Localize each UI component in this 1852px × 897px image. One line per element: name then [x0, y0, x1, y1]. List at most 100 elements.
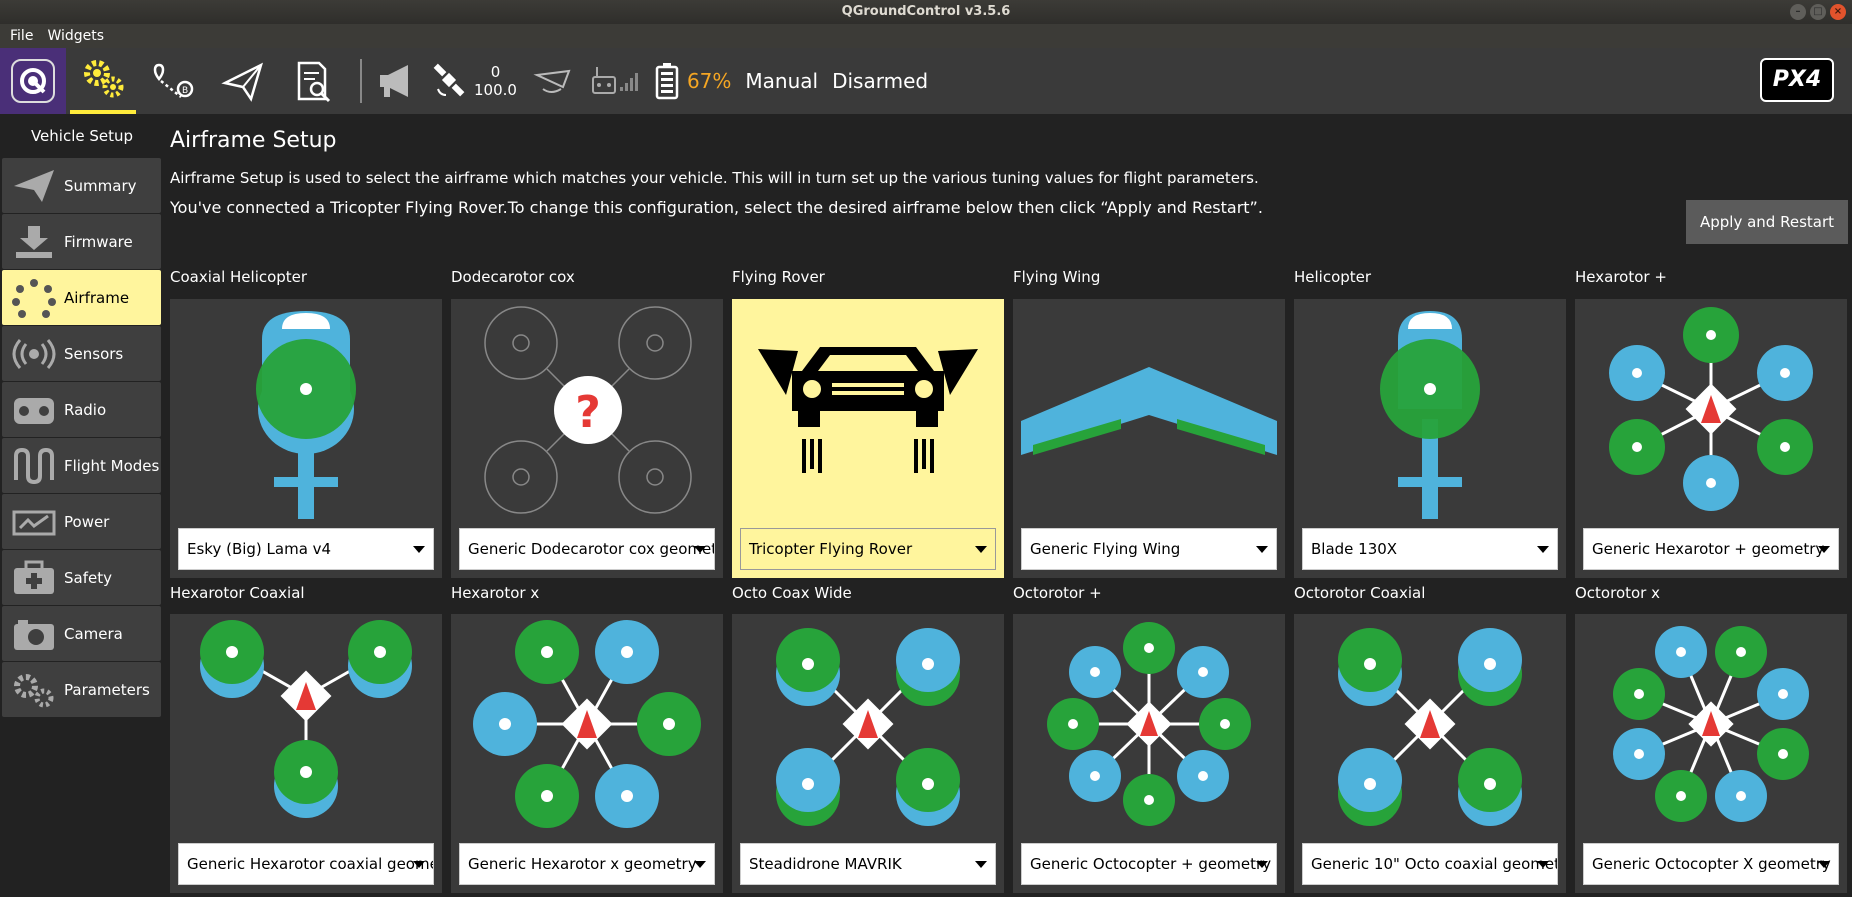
airframe-select-value: Generic Octocopter X geometry	[1592, 855, 1831, 873]
paper-plane-icon	[221, 62, 264, 102]
maximize-icon[interactable]: □	[1810, 4, 1826, 20]
vehicle-setup-sidebar: Vehicle Setup Summary Firmware Airframe …	[0, 114, 164, 897]
main-toolbar: B 0 100.0 67% Manual Disarmed PX4	[0, 48, 1852, 114]
rc-transmitter-icon	[591, 67, 616, 94]
airframe-select[interactable]: Generic Octocopter X geometry	[1583, 843, 1839, 885]
sidebar-item-label: Airframe	[64, 288, 130, 307]
airframe-setup-panel: Airframe Setup Airframe Setup is used to…	[164, 114, 1852, 897]
octo-coax-wide-image	[776, 628, 960, 826]
airframe-select[interactable]: Tricopter Flying Rover	[740, 528, 996, 570]
battery-icon	[655, 63, 679, 100]
airframe-select[interactable]: Generic Flying Wing	[1021, 528, 1277, 570]
telemetry-indicator[interactable]	[533, 63, 573, 99]
sidebar-item-flight-modes[interactable]: Flight Modes	[2, 438, 161, 493]
airframe-card-dodecarotor-cox[interactable]: ? Generic Dodecarotor cox geometry	[451, 299, 723, 578]
fly-view-button[interactable]	[210, 48, 276, 114]
arm-state-indicator[interactable]: Disarmed	[832, 69, 928, 93]
sensors-icon	[8, 334, 60, 374]
airframe-select[interactable]: Esky (Big) Lama v4	[178, 528, 434, 570]
chevron-down-icon	[694, 546, 706, 553]
airframe-select-value: Tricopter Flying Rover	[749, 540, 913, 558]
menubar: File Widgets	[0, 24, 1852, 48]
sidebar-item-sensors[interactable]: Sensors	[2, 326, 161, 381]
airframe-card-octorotor-plus[interactable]: Generic Octocopter + geometry	[1013, 614, 1285, 893]
airframe-card-flying-rover[interactable]: Tricopter Flying Rover	[732, 299, 1004, 578]
airframe-select[interactable]: Steadidrone MAVRIK	[740, 843, 996, 885]
qgc-logo-button[interactable]	[0, 48, 66, 114]
minimize-icon[interactable]: –	[1790, 4, 1806, 20]
sidebar-item-parameters[interactable]: Parameters	[2, 662, 161, 717]
sidebar-item-label: Flight Modes	[64, 456, 160, 475]
sidebar-item-airframe[interactable]: Airframe	[2, 270, 161, 325]
airframe-card-hexarotor-x[interactable]: Generic Hexarotor x geometry	[451, 614, 723, 893]
plan-view-button[interactable]: B	[140, 48, 206, 114]
airframe-card-hexarotor-coaxial[interactable]: Generic Hexarotor coaxial geometry	[170, 614, 442, 893]
sidebar-item-camera[interactable]: Camera	[2, 606, 161, 661]
sidebar-item-label: Parameters	[64, 680, 150, 699]
menu-file[interactable]: File	[10, 28, 33, 44]
hexarotor-coaxial-image	[200, 620, 412, 818]
airframe-card-coaxial-helicopter[interactable]: Esky (Big) Lama v4	[170, 299, 442, 578]
airframe-select[interactable]: Generic 10" Octo coaxial geometry	[1302, 843, 1558, 885]
octorotor-coaxial-image	[1338, 628, 1522, 826]
chevron-down-icon	[975, 546, 987, 553]
paper-plane-icon	[8, 166, 60, 206]
airframe-group-label: Hexarotor x	[451, 584, 540, 602]
sidebar-item-summary[interactable]: Summary	[2, 158, 161, 213]
airframe-select[interactable]: Generic Hexarotor x geometry	[459, 843, 715, 885]
airframe-group-label: Coaxial Helicopter	[170, 268, 308, 286]
vehicle-setup-button[interactable]	[70, 48, 136, 114]
chevron-down-icon	[1818, 861, 1830, 868]
gps-indicator[interactable]: 0 100.0	[432, 63, 517, 99]
airframe-card-octo-coax-wide[interactable]: Steadidrone MAVRIK	[732, 614, 1004, 893]
px4-brand-logo: PX4	[1760, 58, 1834, 102]
airframe-select[interactable]: Generic Hexarotor coaxial geometry	[178, 843, 434, 885]
battery-percent: 67%	[686, 69, 732, 93]
apply-and-restart-button[interactable]: Apply and Restart	[1686, 200, 1848, 244]
menu-widgets[interactable]: Widgets	[47, 28, 104, 44]
sidebar-item-radio[interactable]: Radio	[2, 382, 161, 437]
airframe-card-flying-wing[interactable]: Generic Flying Wing	[1013, 299, 1285, 578]
power-icon	[8, 502, 60, 542]
airframe-group-label: Dodecarotor cox	[451, 268, 575, 286]
safety-icon	[8, 558, 60, 598]
camera-icon	[8, 614, 60, 654]
rc-rssi-indicator[interactable]	[589, 63, 639, 99]
sidebar-item-safety[interactable]: Safety	[2, 550, 161, 605]
airframe-select[interactable]: Generic Octocopter + geometry	[1021, 843, 1277, 885]
chevron-down-icon	[1818, 546, 1830, 553]
chevron-down-icon	[1537, 546, 1549, 553]
sidebar-item-power[interactable]: Power	[2, 494, 161, 549]
airframe-select-value: Generic Hexarotor x geometry	[468, 855, 697, 873]
messages-indicator[interactable]	[376, 63, 416, 99]
airframe-select-value: Steadidrone MAVRIK	[749, 855, 902, 873]
chevron-down-icon	[1256, 861, 1268, 868]
flight-mode-selector[interactable]: Manual	[745, 69, 818, 93]
telemetry-icon	[533, 69, 571, 93]
battery-indicator[interactable]: 67%	[655, 62, 731, 100]
gps-hdop: 100.0	[474, 81, 517, 99]
airframe-select[interactable]: Blade 130X	[1302, 528, 1558, 570]
chevron-down-icon	[413, 861, 425, 868]
airframe-select[interactable]: Generic Hexarotor + geometry	[1583, 528, 1839, 570]
svg-text:?: ?	[575, 387, 601, 438]
airframe-select[interactable]: Generic Dodecarotor cox geometry	[459, 528, 715, 570]
sidebar-item-label: Power	[64, 512, 110, 531]
airframe-card-octorotor-x[interactable]: Generic Octocopter X geometry	[1575, 614, 1847, 893]
airframe-card-helicopter[interactable]: Blade 130X	[1294, 299, 1566, 578]
flying-rover-image	[758, 347, 978, 473]
page-title: Airframe Setup	[170, 128, 337, 153]
sidebar-item-label: Firmware	[64, 232, 133, 251]
airframe-card-octorotor-coaxial[interactable]: Generic 10" Octo coaxial geometry	[1294, 614, 1566, 893]
airframe-select-value: Generic Hexarotor + geometry	[1592, 540, 1825, 558]
close-icon[interactable]: ×	[1830, 4, 1846, 20]
airframe-select-value: Generic 10" Octo coaxial geometry	[1311, 855, 1558, 873]
window-titlebar: QGroundControl v3.5.6 – □ ×	[0, 0, 1852, 24]
sidebar-item-firmware[interactable]: Firmware	[2, 214, 161, 269]
airframe-group-label: Octorotor +	[1013, 584, 1102, 602]
coaxial-helicopter-image	[256, 311, 356, 519]
download-icon	[8, 222, 60, 262]
analyze-button[interactable]	[280, 48, 346, 114]
sidebar-title: Vehicle Setup	[30, 127, 134, 145]
airframe-card-hexarotor-plus[interactable]: Generic Hexarotor + geometry	[1575, 299, 1847, 578]
